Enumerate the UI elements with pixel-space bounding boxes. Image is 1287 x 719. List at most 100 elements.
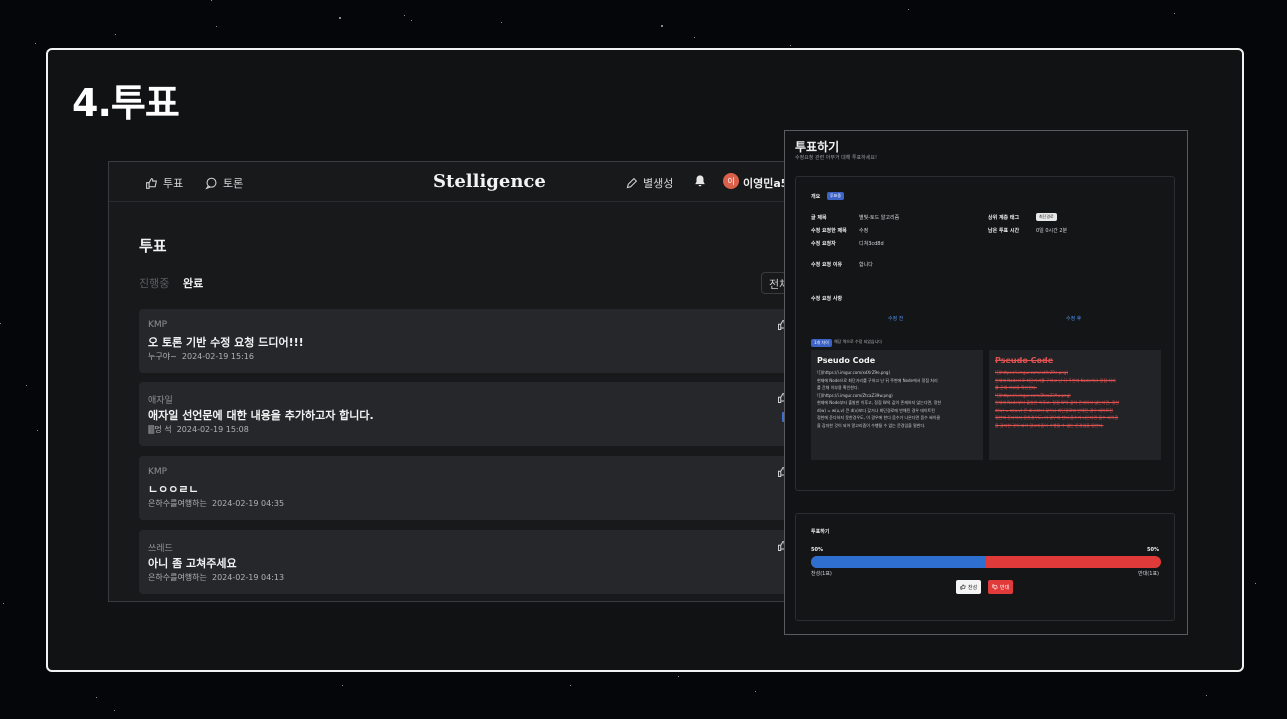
agree-button[interactable]: 찬성 [956,580,982,594]
card-category: KMP [148,320,168,330]
star-dot [1206,695,1207,696]
tag-label: 상위 계층 태그 [988,215,1020,221]
after-line: d(w) = w(u,v) 큰 d(v)보다 갖거나 최단경로에 반해된 경우 … [995,407,1113,413]
agree-bar-fill [811,556,986,568]
after-line: 현재에 Node부터 출발한 이후고, 정점 W의 값이 존재하지 않는다면, … [995,400,1120,405]
req-title-value: 수정 [859,228,869,234]
vote-card[interactable]: KMP ㄴㅇㅇㄹㄴ 은하수를여행하는 2024-02-19 04:35 [139,456,797,520]
modal-title: 투표하기 [795,140,840,154]
after-line: ![](https://i.imgur.com/ZtcaZ39w.png) [995,392,1071,398]
remaining-label: 남은 투표 시간 [988,228,1020,234]
status-badge: 투표중 [827,192,845,200]
after-label: 수정 후 [1066,316,1082,322]
card-category: 쓰레드 [148,544,173,554]
star-dot [790,45,791,46]
before-line: d(w) = w(u,v) 큰 d(v)보다 갖거나 최단경로에 반해된 경우 … [817,407,935,413]
before-line: 현재에 Node으로 최단거리를 구하고 난 뒤 주변에 Node에서 정점 처… [817,377,938,383]
star-dot [35,43,36,44]
card-meta: 은하수를여행하는 2024-02-19 04:13 [148,573,285,582]
star-dot [342,685,343,686]
vote-list-window: 투표 토론 Stelligence 별생성 이 이영민a57 투표 진행중 완료… [108,161,798,602]
agree-percent: 50% [811,547,823,553]
slide-title: 4.투표 [72,81,180,125]
before-line: 현재에 Node부터 출발한 이후고, 정점 W의 값이 존재하지 않는다면, … [817,400,942,405]
star-dot [211,0,212,1]
doc-title-value: 별빛-토드 알고리즘 [859,215,900,221]
agree-button-label: 찬성 [968,584,978,591]
modal-subtitle: 수정요청 관련 아무거 대해 투표하세요! [795,155,877,161]
tab-done[interactable]: 완료 [183,275,203,291]
card-category: 애자일 [148,396,173,406]
star-dot [114,710,115,711]
card-title: 아니 좀 고쳐주세요 [148,557,237,570]
request-detail-panel: 개요 투표중 글 제목 별빛-토드 알고리즘 수정 요청한 제목 수정 수정 요… [795,176,1175,491]
star-dot [339,17,341,19]
vote-panel: 투표하기 50% 50% 찬성(1표) 반대(1표) 찬성 반대 [795,513,1175,621]
after-line: 정한에 준다하지 못한경우도, 이 경우에 한다 음수가 나온다면 음수 싸이클 [995,415,1119,420]
star-dot [678,676,679,677]
after-line: 을 감지한 것이 되어 알고리즘이 수행될 수 없는 문경임을 말한다. [995,422,1104,428]
disagree-button[interactable]: 반대 [988,580,1014,594]
before-heading: Pseudo Code [817,356,876,365]
card-title: 애자일 선언문에 대한 내용을 추가하고자 합니다. [148,409,374,422]
star-dot [404,15,405,16]
after-heading: Pseudo Code [995,356,1054,365]
after-content: Pseudo Code ![](https://i.imgur.com/xdXr… [989,350,1161,460]
card-category: KMP [148,467,168,477]
nav-discussion-label: 토론 [223,177,244,190]
card-meta: 누구야~ 2024-02-19 15:16 [148,352,254,361]
before-line: 정한에 준다하지 못한경우도, 이 경우에 한다 음수가 나온다면 음수 싸이클 [817,415,941,420]
thumbs-up-icon [146,177,158,189]
before-line: ![](https://i.imgur.com/xdXrZ9e.png) [817,370,891,375]
tab-ongoing[interactable]: 진행중 [139,275,169,291]
star-dot [1174,13,1175,14]
tag-badge: 최단경로 [1036,213,1057,221]
brand-logo[interactable]: Stelligence [433,171,546,192]
requester-value: 디쳐3cd8d [859,241,884,247]
changes-label: 수정 요청 사항 [811,296,843,302]
star-dot [37,430,38,431]
star-dot [26,385,27,386]
chat-bubble-icon [205,177,217,189]
before-label: 수정 전 [888,316,904,322]
nav-vote-label: 투표 [163,177,184,190]
overview-label: 개요 [811,194,821,200]
nav-discussion[interactable]: 토론 [205,175,243,191]
before-line: ![](https://i.imgur.com/ZtcaZ39w.png) [817,392,893,398]
top-nav: 투표 토론 Stelligence 별생성 이 이영민a57 [109,162,797,202]
bell-icon[interactable] [693,174,707,188]
vote-modal: 투표하기 수정요청 관련 아무거 대해 투표하세요! 개요 투표중 글 제목 별… [784,130,1188,635]
create-star-button[interactable]: 별생성 [625,175,673,191]
star-dot [755,691,756,692]
agree-count: 찬성(1표) [811,571,832,577]
pencil-icon [626,177,638,188]
avatar[interactable]: 이 [723,173,739,189]
card-meta: 은하수를여행하는 2024-02-19 04:35 [148,499,285,508]
star-dot [661,25,663,27]
page-title: 투표 [139,237,167,255]
vote-ratio-bar [811,556,1161,568]
nav-vote[interactable]: 투표 [145,175,183,191]
requester-label: 수정 요청자 [811,241,836,247]
star-dot [96,697,97,698]
disagree-button-label: 반대 [1000,584,1010,591]
after-line: 현재에 Node으로 최단거리를 구하고 난 뒤 주변에 Node에서 정점 처… [995,377,1116,383]
change-count-badge: 1개 차이 [811,339,832,347]
card-title: ㄴㅇㅇㄹㄴ [148,483,199,496]
star-dot [1255,583,1256,584]
star-dot [908,9,909,10]
vote-card[interactable]: 애자일 애자일 선언문에 대한 내용을 추가하고자 합니다. 🀫멍 석 2024… [139,382,797,446]
vote-card[interactable]: 쓰레드 아니 좀 고쳐주세요 은하수를여행하는 2024-02-19 04:13 [139,530,797,594]
remaining-value: 0일 0시간 2분 [1036,228,1068,234]
doc-title-label: 글 제목 [811,215,827,221]
star-dot [3,603,4,604]
vote-card[interactable]: KMP 오 토론 기반 수정 요청 드디어!!! 누구야~ 2024-02-19… [139,309,797,373]
card-meta: 🀫멍 석 2024-02-19 15:08 [148,425,249,434]
disagree-count: 반대(1표) [1138,571,1159,577]
before-line: 를 간채 이부용 확인한다. [817,385,859,390]
disagree-percent: 50% [1147,547,1159,553]
req-title-label: 수정 요청한 제목 [811,228,847,234]
star-dot [115,34,116,35]
before-line: 을 감지한 것이 되어 알고리즘이 수행될 수 없는 문경임을 말한다. [817,422,926,428]
after-line: ![](https://i.imgur.com/xdXrZ9e.png) [995,370,1069,375]
